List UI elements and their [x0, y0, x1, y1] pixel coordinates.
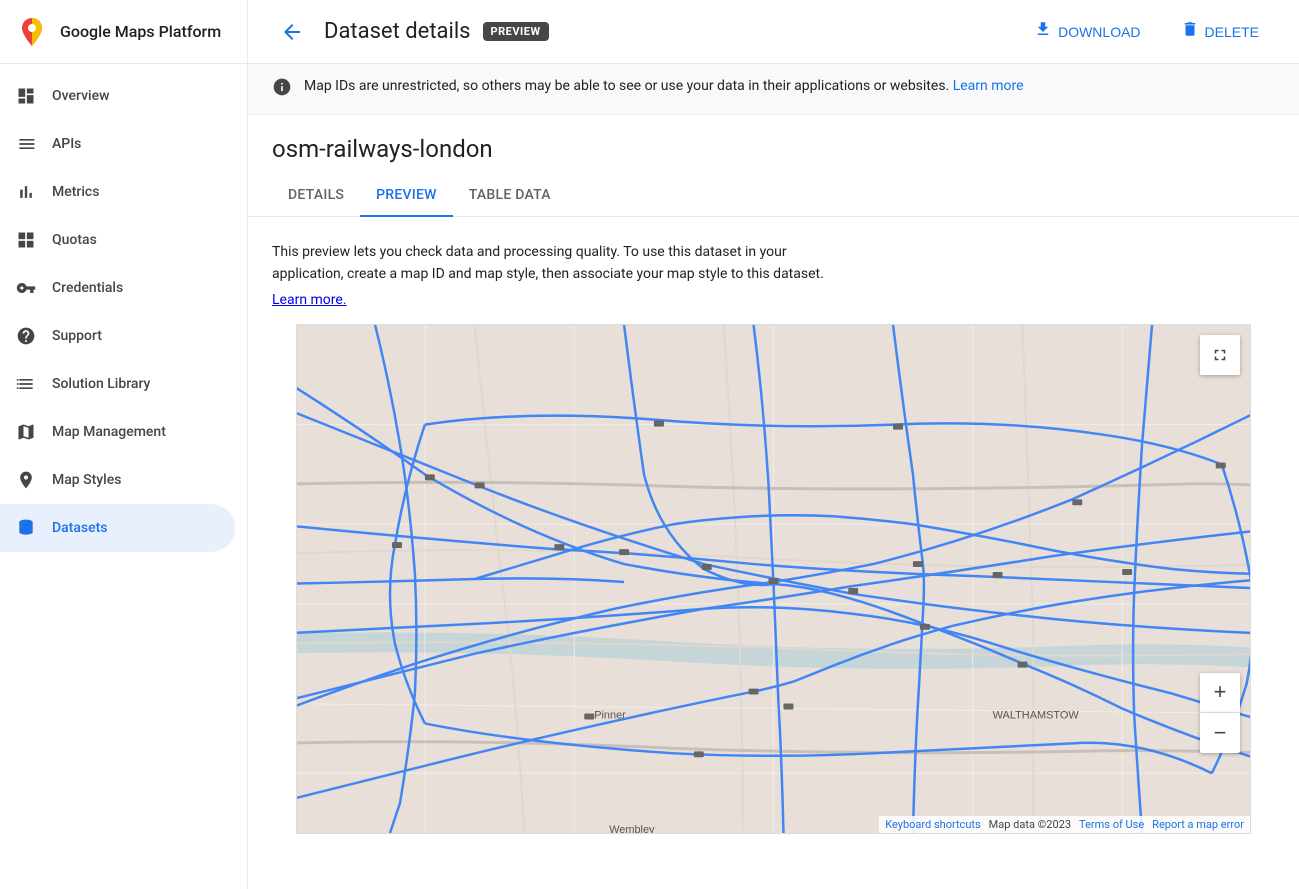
sidebar-item-solution-library[interactable]: Solution Library — [0, 360, 235, 408]
sidebar-item-support-label: Support — [52, 328, 102, 344]
preview-description: This preview lets you check data and pro… — [272, 241, 1275, 286]
sidebar-item-overview-label: Overview — [52, 88, 109, 104]
report-map-error-link[interactable]: Report a map error — [1152, 818, 1244, 831]
tabs-bar: DETAILS PREVIEW TABLE DATA — [248, 175, 1299, 217]
download-label: DOWNLOAD — [1058, 24, 1140, 40]
datasets-icon — [16, 518, 36, 538]
apis-icon — [16, 134, 36, 154]
back-icon — [280, 20, 304, 44]
download-icon — [1034, 20, 1052, 43]
topbar: Dataset details PREVIEW DOWNLOAD DELETE — [248, 0, 1299, 64]
sidebar-item-support[interactable]: Support — [0, 312, 235, 360]
sidebar-item-map-management[interactable]: Map Management — [0, 408, 235, 456]
map-management-icon — [16, 422, 36, 442]
main-content: Dataset details PREVIEW DOWNLOAD DELETE — [248, 0, 1299, 889]
sidebar: Google Maps Platform Overview APIs Metri… — [0, 0, 248, 889]
map-visualization: Pinner WALTHAMSTOW Romford Wembley Green… — [297, 325, 1250, 833]
tab-table-data[interactable]: TABLE DATA — [453, 175, 567, 217]
map-preview: Pinner WALTHAMSTOW Romford Wembley Green… — [296, 324, 1251, 834]
map-data-text: Map data ©2023 — [989, 818, 1071, 831]
preview-badge: PREVIEW — [483, 22, 549, 41]
sidebar-item-datasets-label: Datasets — [52, 520, 107, 536]
sidebar-item-map-styles[interactable]: Map Styles — [0, 456, 235, 504]
sidebar-item-credentials[interactable]: Credentials — [0, 264, 235, 312]
sidebar-item-metrics[interactable]: Metrics — [0, 168, 235, 216]
quotas-icon — [16, 230, 36, 250]
banner-learn-more-link[interactable]: Learn more — [953, 78, 1024, 94]
sidebar-header: Google Maps Platform — [0, 0, 247, 64]
metrics-icon — [16, 182, 36, 202]
sidebar-item-metrics-label: Metrics — [52, 184, 99, 200]
topbar-actions: DOWNLOAD DELETE — [1018, 12, 1275, 51]
info-banner: Map IDs are unrestricted, so others may … — [248, 64, 1299, 115]
dataset-name: osm-railways-london — [248, 115, 1299, 175]
delete-label: DELETE — [1205, 24, 1259, 40]
sidebar-item-apis[interactable]: APIs — [0, 120, 235, 168]
sidebar-item-quotas[interactable]: Quotas — [0, 216, 235, 264]
svg-text:Wembley: Wembley — [609, 824, 655, 833]
sidebar-item-quotas-label: Quotas — [52, 232, 97, 248]
content-area: Map IDs are unrestricted, so others may … — [248, 64, 1299, 889]
banner-text: Map IDs are unrestricted, so others may … — [304, 76, 1024, 97]
support-icon — [16, 326, 36, 346]
preview-learn-more-link[interactable]: Learn more. — [272, 292, 347, 308]
app-title: Google Maps Platform — [60, 22, 221, 41]
sidebar-item-datasets[interactable]: Datasets — [0, 504, 235, 552]
sidebar-item-apis-label: APIs — [52, 136, 81, 152]
overview-icon — [16, 86, 36, 106]
sidebar-item-map-management-label: Map Management — [52, 424, 166, 440]
zoom-in-button[interactable]: + — [1200, 673, 1240, 713]
download-button[interactable]: DOWNLOAD — [1018, 12, 1156, 51]
sidebar-item-map-styles-label: Map Styles — [52, 472, 121, 488]
map-styles-icon — [16, 470, 36, 490]
keyboard-shortcuts-link[interactable]: Keyboard shortcuts — [885, 818, 980, 831]
map-zoom-controls: + − — [1200, 673, 1240, 753]
svg-text:Pinner: Pinner — [594, 709, 626, 721]
logo-icon — [16, 16, 48, 48]
sidebar-item-credentials-label: Credentials — [52, 280, 123, 296]
sidebar-nav: Overview APIs Metrics Quotas — [0, 64, 247, 889]
page-title: Dataset details — [324, 19, 471, 44]
terms-of-use-link[interactable]: Terms of Use — [1079, 818, 1144, 831]
tab-preview[interactable]: PREVIEW — [360, 175, 453, 217]
back-button[interactable] — [272, 12, 312, 52]
sidebar-item-solution-library-label: Solution Library — [52, 376, 150, 392]
credentials-icon — [16, 278, 36, 298]
solution-library-icon — [16, 374, 36, 394]
delete-button[interactable]: DELETE — [1165, 12, 1275, 51]
sidebar-item-overview[interactable]: Overview — [0, 72, 235, 120]
zoom-out-button[interactable]: − — [1200, 713, 1240, 753]
delete-icon — [1181, 20, 1199, 43]
info-icon — [272, 77, 292, 102]
map-attribution: Keyboard shortcuts Map data ©2023 Terms … — [879, 816, 1250, 833]
tab-details[interactable]: DETAILS — [272, 175, 360, 217]
tab-preview-content: This preview lets you check data and pro… — [248, 217, 1299, 834]
map-fullscreen-button[interactable] — [1200, 335, 1240, 375]
svg-text:WALTHAMSTOW: WALTHAMSTOW — [993, 709, 1080, 721]
